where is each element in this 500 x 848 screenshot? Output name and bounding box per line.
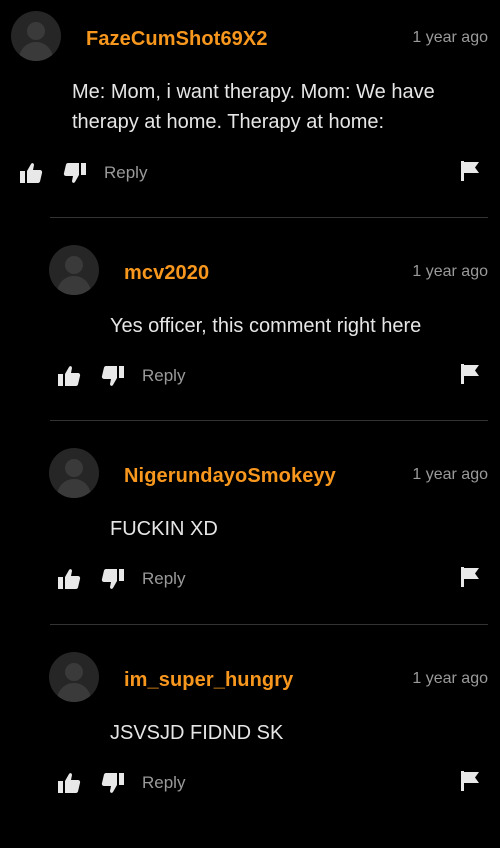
reply-comment: NigerundayoSmokeyy 1 year ago FUCKIN XD … xyxy=(0,421,500,621)
thumbs-up-icon[interactable] xyxy=(56,566,82,592)
thumbs-down-icon[interactable] xyxy=(100,566,126,592)
thumbs-up-icon[interactable] xyxy=(56,770,82,796)
comment-username[interactable]: im_super_hungry xyxy=(124,669,293,692)
comment-actions: Reply xyxy=(56,564,185,594)
avatar[interactable] xyxy=(11,11,61,61)
comment-timestamp: 1 year ago xyxy=(412,263,488,280)
avatar[interactable] xyxy=(49,245,99,295)
comment-username[interactable]: mcv2020 xyxy=(124,262,209,285)
flag-icon[interactable] xyxy=(458,564,482,590)
thumbs-down-icon[interactable] xyxy=(100,363,126,389)
reply-comment: im_super_hungry 1 year ago JSVSJD FIDND … xyxy=(0,625,500,825)
comment-timestamp: 1 year ago xyxy=(412,670,488,687)
user-silhouette-icon xyxy=(56,663,92,702)
comment-body: JSVSJD FIDND SK xyxy=(110,722,284,744)
comment-body: FUCKIN XD xyxy=(110,518,218,540)
comment-body: Me: Mom, i want therapy. Mom: We have th… xyxy=(72,81,435,133)
comment-body: Yes officer, this comment right here xyxy=(110,315,422,337)
comment-actions: Reply xyxy=(56,361,185,391)
thumbs-down-icon[interactable] xyxy=(62,160,88,186)
user-silhouette-icon xyxy=(18,22,54,61)
comment-username[interactable]: NigerundayoSmokeyy xyxy=(124,465,336,488)
flag-icon[interactable] xyxy=(458,361,482,387)
flag-icon[interactable] xyxy=(458,158,482,184)
thumbs-down-icon[interactable] xyxy=(100,770,126,796)
avatar[interactable] xyxy=(49,652,99,702)
flag-icon[interactable] xyxy=(458,768,482,794)
reply-button[interactable]: Reply xyxy=(142,569,185,589)
comment: FazeCumShot69X2 1 year ago Me: Mom, i wa… xyxy=(0,0,500,200)
reply-button[interactable]: Reply xyxy=(104,163,147,183)
avatar[interactable] xyxy=(49,448,99,498)
user-silhouette-icon xyxy=(56,459,92,498)
thumbs-up-icon[interactable] xyxy=(18,160,44,186)
reply-button[interactable]: Reply xyxy=(142,366,185,386)
comment-username[interactable]: FazeCumShot69X2 xyxy=(86,28,268,51)
thumbs-up-icon[interactable] xyxy=(56,363,82,389)
comment-timestamp: 1 year ago xyxy=(412,466,488,483)
reply-comment: mcv2020 1 year ago Yes officer, this com… xyxy=(0,218,500,418)
comment-actions: Reply xyxy=(18,158,147,188)
comment-timestamp: 1 year ago xyxy=(412,29,488,46)
comment-actions: Reply xyxy=(56,768,185,798)
reply-button[interactable]: Reply xyxy=(142,773,185,793)
user-silhouette-icon xyxy=(56,256,92,295)
